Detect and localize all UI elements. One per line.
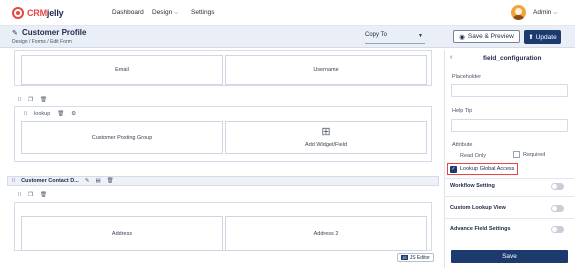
chevron-down-icon: ⌵ <box>553 10 558 16</box>
js-editor-label: JS Editor <box>409 254 430 261</box>
lookup-global-access-label: Lookup Global Access <box>460 166 515 172</box>
update-icon: ⬆ <box>528 34 534 41</box>
divider <box>444 178 574 179</box>
checkbox-icon <box>513 151 520 158</box>
chevron-down-icon: ⌵ <box>174 10 179 16</box>
user-name: Admin <box>533 9 552 16</box>
copy-icon[interactable]: ❐ <box>28 97 33 103</box>
trash-icon[interactable]: 🗑 <box>57 111 64 117</box>
chevron-left-icon[interactable]: ‹ <box>450 54 452 61</box>
save-preview-label: Save & Preview <box>467 33 514 40</box>
custom-lookup-view-label: Custom Lookup View <box>450 205 506 211</box>
brand-name-main: CRM <box>27 8 47 18</box>
lookup-toolbar: ⁞⁞ lookup 🗑 ⚙ <box>24 111 76 117</box>
check-icon: ✓ <box>450 165 457 173</box>
nav-design[interactable]: Design ⌵ <box>152 9 178 16</box>
page-title: Customer Profile <box>22 28 87 37</box>
drag-handle-icon[interactable]: ⁞⁞ <box>24 111 27 117</box>
breadcrumb[interactable]: Design / Forms / Edit Form <box>12 39 72 45</box>
pencil-icon: ✎ <box>12 30 18 37</box>
section-header: ⁞⁞ Customer Contact D... ✎ ▤ 🗑 <box>7 176 439 186</box>
drag-handle-icon[interactable]: ⁞⁞ <box>18 192 21 198</box>
help-tip-label: Help Tip <box>452 108 473 114</box>
custom-lookup-view-toggle[interactable] <box>551 204 564 212</box>
checkbox-icon <box>450 152 457 159</box>
gear-icon[interactable]: ⚙ <box>71 111 76 117</box>
update-label: Update <box>535 33 557 41</box>
advance-field-settings-label: Advance Field Settings <box>450 226 511 232</box>
brand-logo[interactable]: CRMjelly <box>12 6 64 20</box>
pencil-icon[interactable]: ✎ <box>85 178 90 184</box>
lookup-global-access-checkbox[interactable]: ✓ Lookup Global Access <box>447 163 518 175</box>
page-header: ✎ Customer Profile Design / Forms / Edit… <box>0 26 575 48</box>
nav-design-label: Design <box>152 9 173 16</box>
row-toolbar: ⁞⁞ ❐ 🗑 <box>18 97 47 103</box>
divider <box>444 218 574 219</box>
update-button[interactable]: ⬆ Update <box>524 30 561 44</box>
field-username[interactable]: Username <box>225 55 427 85</box>
field-config-panel: ‹ field_configuration Placeholder Help T… <box>444 50 574 268</box>
advance-field-settings-row[interactable]: Advance Field Settings <box>450 224 564 234</box>
trash-icon[interactable]: 🗑 <box>107 178 114 184</box>
code-icon: JS <box>401 255 408 260</box>
section-title: Customer Contact D... <box>21 178 79 184</box>
field-email[interactable]: Email <box>21 55 223 85</box>
workflow-setting-label: Workflow Setting <box>450 183 495 189</box>
save-button[interactable]: Save <box>451 250 568 263</box>
save-preview-button[interactable]: ◉ Save & Preview <box>453 30 520 43</box>
placeholder-input[interactable] <box>451 84 568 97</box>
custom-lookup-view-row[interactable]: Custom Lookup View <box>450 203 564 213</box>
divider <box>444 196 574 197</box>
copy-icon[interactable]: ❐ <box>28 192 33 198</box>
row-toolbar: ⁞⁞ ❐ 🗑 <box>18 192 47 198</box>
add-widget-icon: ⊞ <box>321 126 331 138</box>
nav-settings[interactable]: Settings <box>191 9 215 16</box>
help-tip-input[interactable] <box>451 119 568 132</box>
placeholder-label: Placeholder <box>452 74 482 80</box>
copy-to-select[interactable]: Copy To ▼ <box>365 32 425 44</box>
js-editor-button[interactable]: JS JS Editor <box>397 253 434 262</box>
add-widget-field[interactable]: ⊞ Add Widget/Field <box>225 121 427 154</box>
eye-icon: ◉ <box>459 33 465 41</box>
panel-title: field_configuration <box>483 55 542 62</box>
top-nav: CRMjelly Dashboard Design ⌵ Settings Admi… <box>0 0 575 26</box>
workflow-setting-row[interactable]: Workflow Setting <box>450 181 564 191</box>
panel-header: ‹ field_configuration <box>445 53 575 65</box>
drag-handle-icon[interactable]: ⁞⁞ <box>18 97 21 103</box>
caret-down-icon: ▼ <box>418 33 423 39</box>
user-menu[interactable]: Admin ⌵ <box>533 9 557 16</box>
field-address-2[interactable]: Address 2 <box>225 216 427 251</box>
field-address[interactable]: Address <box>21 216 223 251</box>
copy-to-value: Copy To <box>365 32 387 38</box>
add-widget-label: Add Widget/Field <box>305 142 347 148</box>
read-only-checkbox[interactable]: Read Only <box>450 152 486 159</box>
read-only-label: Read Only <box>460 152 486 159</box>
drag-handle-icon[interactable]: ⁞⁞ <box>12 178 15 184</box>
trash-icon[interactable]: 🗑 <box>40 97 47 103</box>
required-checkbox[interactable]: Required <box>513 151 545 158</box>
form-canvas: Email Username ⁞⁞ ❐ 🗑 ⁞⁞ lookup 🗑 ⚙ Cust… <box>7 50 439 251</box>
advance-field-settings-toggle[interactable] <box>551 225 564 233</box>
lookup-label: lookup <box>34 111 51 117</box>
layout-icon[interactable]: ▤ <box>95 178 100 184</box>
required-label: Required <box>523 151 546 158</box>
workflow-setting-toggle[interactable] <box>551 182 564 190</box>
trash-icon[interactable]: 🗑 <box>40 192 47 198</box>
avatar[interactable] <box>511 5 526 20</box>
field-customer-posting-group[interactable]: Customer Posting Group <box>21 121 223 154</box>
nav-dashboard[interactable]: Dashboard <box>112 9 144 16</box>
attribute-label: Attribute <box>452 142 473 148</box>
logo-icon <box>12 7 24 19</box>
brand-name-sub: jelly <box>46 8 64 18</box>
